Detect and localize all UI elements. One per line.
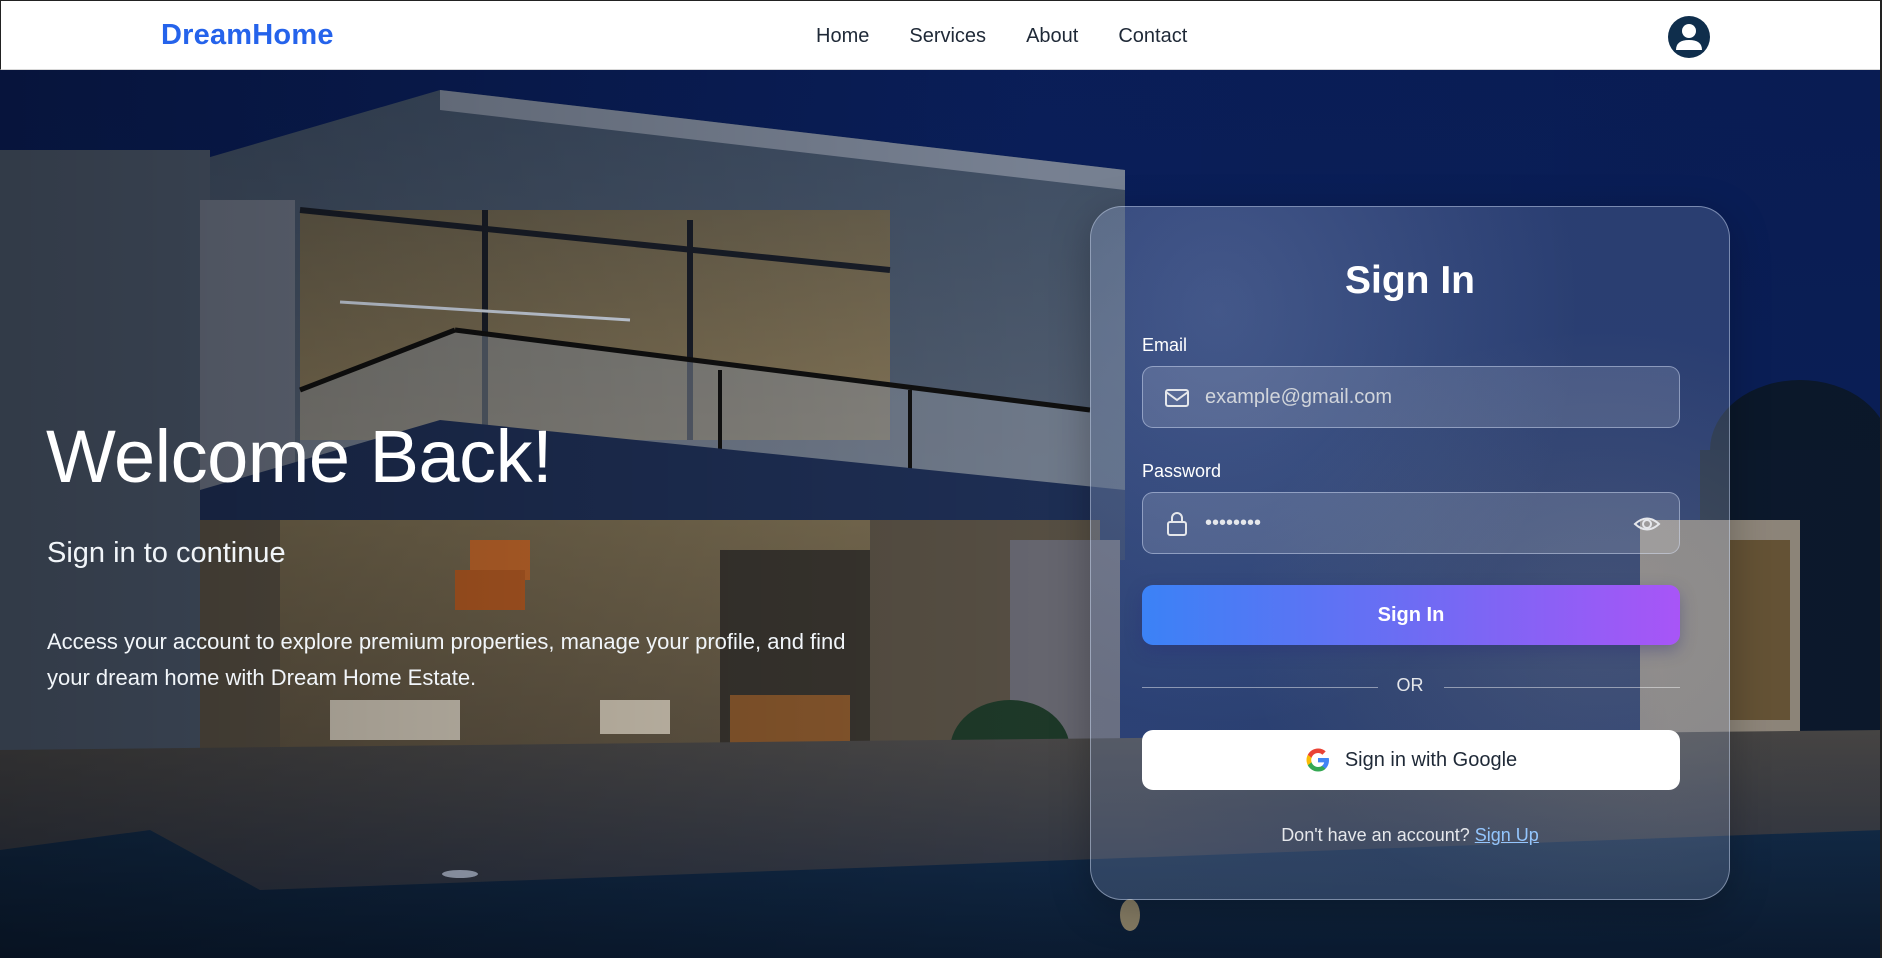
login-page: DreamHome Home Services About Contact We… <box>0 0 1882 958</box>
google-signin-label: Sign in with Google <box>1344 748 1518 771</box>
hero-subtitle: Sign in to continue <box>47 537 286 569</box>
hero-description: Access your account to explore premium p… <box>47 629 846 690</box>
hero-title: Welcome Back! <box>46 415 553 498</box>
nav-link-services[interactable]: Services <box>909 25 986 48</box>
email-field-wrapper <box>1142 366 1680 428</box>
signin-button[interactable]: Sign In <box>1142 585 1680 645</box>
signup-prompt: Don't have an account? <box>1281 825 1475 845</box>
lock-icon <box>1167 512 1187 536</box>
nav-link-home[interactable]: Home <box>816 25 869 48</box>
password-input[interactable] <box>1203 493 1633 553</box>
password-field-wrapper <box>1142 492 1680 554</box>
signup-row: Don't have an account? Sign Up <box>1091 825 1729 846</box>
nav-links: Home Services About Contact <box>816 25 1187 48</box>
signup-link[interactable]: Sign Up <box>1475 825 1539 845</box>
user-avatar-icon[interactable] <box>1668 16 1710 58</box>
nav-link-contact[interactable]: Contact <box>1118 25 1187 48</box>
or-separator: OR <box>1396 675 1424 695</box>
email-label: Email <box>1142 335 1188 355</box>
google-signin-button[interactable]: Sign in with Google <box>1142 730 1680 790</box>
google-icon <box>1306 748 1329 772</box>
signin-card: Sign In Email Password Sign In OR <box>1090 206 1730 900</box>
password-label: Password <box>1142 461 1222 481</box>
nav-link-about[interactable]: About <box>1026 25 1078 48</box>
divider-right <box>1444 687 1680 688</box>
eye-icon[interactable] <box>1633 511 1661 537</box>
brand-logo[interactable]: DreamHome <box>161 19 334 52</box>
email-input[interactable] <box>1203 367 1633 427</box>
signin-title: Sign In <box>1345 259 1475 302</box>
top-navbar: DreamHome Home Services About Contact <box>0 0 1882 70</box>
mail-icon <box>1165 389 1189 407</box>
